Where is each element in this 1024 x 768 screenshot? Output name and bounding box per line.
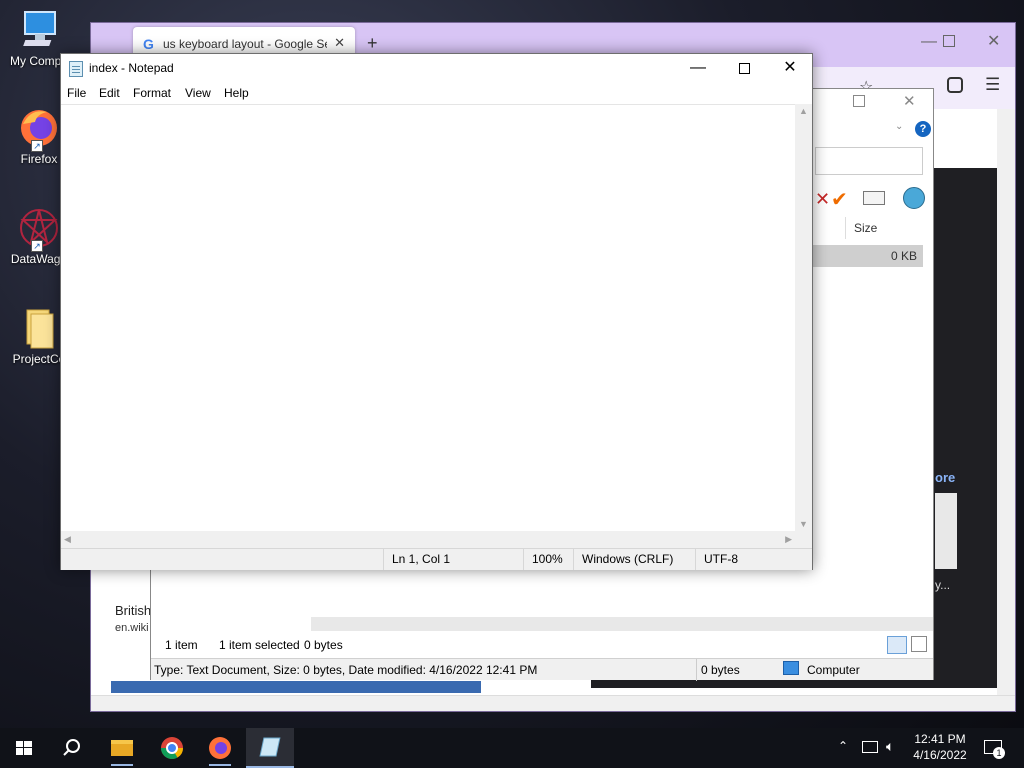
window-title: index - Notepad: [89, 61, 174, 75]
menu-view[interactable]: View: [185, 86, 211, 100]
scrollbar-corner: [795, 531, 812, 548]
scroll-up-icon[interactable]: ▲: [799, 106, 808, 116]
close-button[interactable]: ✕: [767, 54, 813, 84]
horizontal-scrollbar[interactable]: ◀ ▶: [61, 531, 795, 548]
help-icon[interactable]: ?: [915, 121, 931, 137]
shortcut-arrow-icon: ↗: [31, 140, 43, 152]
volume-icon[interactable]: 🔈︎: [886, 738, 894, 755]
keyboard-thumbnail: [935, 493, 957, 569]
thumbnail-caption: y...: [935, 578, 951, 592]
details-text: Type: Text Document, Size: 0 bytes, Date…: [154, 663, 538, 677]
search-result-title[interactable]: British: [115, 603, 151, 618]
notepad-titlebar[interactable]: index - Notepad — ✕: [61, 54, 812, 84]
status-encoding: UTF-8: [695, 549, 812, 570]
menu-icon[interactable]: ☰: [985, 75, 1000, 95]
status-zoom: 100%: [523, 549, 573, 570]
firefox-vertical-scrollbar[interactable]: [997, 109, 1015, 695]
folder-icon: [17, 306, 61, 350]
firefox-icon: [209, 737, 231, 766]
status-item-count: 1 item: [165, 638, 198, 652]
google-icon: G: [143, 36, 154, 52]
notepad-icon: [259, 737, 281, 757]
details-location: Computer: [807, 663, 860, 677]
menu-help[interactable]: Help: [224, 86, 249, 100]
status-cursor-position: Ln 1, Col 1: [383, 549, 523, 570]
chevron-down-icon[interactable]: ⌄: [895, 121, 903, 132]
scroll-right-icon[interactable]: ▶: [785, 534, 792, 545]
maximize-icon[interactable]: [853, 95, 865, 107]
menu-file[interactable]: File: [67, 86, 86, 100]
text-editor[interactable]: [61, 104, 812, 531]
show-hidden-icons-icon[interactable]: ⌃: [838, 739, 848, 753]
maximize-button[interactable]: [721, 54, 767, 84]
explorer-horizontal-scrollbar[interactable]: [311, 617, 933, 631]
email-icon[interactable]: [863, 191, 885, 205]
more-link[interactable]: ore: [935, 470, 955, 485]
taskbar: ⌃ 🔈︎ 12:41 PM 4/16/2022 1: [0, 728, 1024, 768]
status-bar: Ln 1, Col 1 100% Windows (CRLF) UTF-8: [61, 548, 812, 570]
notepad-app-icon[interactable]: [69, 61, 83, 77]
shortcut-arrow-icon: ↗: [31, 240, 43, 252]
taskbar-file-explorer[interactable]: [98, 728, 146, 768]
delete-icon[interactable]: ✕: [815, 189, 830, 210]
globe-icon[interactable]: [903, 187, 925, 209]
computer-icon: [783, 661, 799, 675]
explorer-details-bar: Type: Text Document, Size: 0 bytes, Date…: [151, 658, 933, 681]
network-icon[interactable]: [862, 741, 878, 753]
taskbar-chrome[interactable]: [148, 728, 196, 768]
notification-badge: 1: [993, 747, 1005, 759]
computer-icon: [17, 8, 61, 52]
close-tab-icon[interactable]: ✕: [334, 35, 345, 51]
start-button[interactable]: [0, 728, 48, 768]
check-icon[interactable]: ✔: [831, 187, 848, 212]
file-size: 0 KB: [890, 249, 917, 263]
folder-icon: [111, 740, 133, 766]
vertical-scrollbar[interactable]: ▲ ▼: [795, 104, 812, 531]
clock-date: 4/16/2022: [913, 748, 967, 762]
maximize-icon[interactable]: [943, 35, 955, 47]
details-size: 0 bytes: [696, 659, 780, 681]
status-selected-count: 1 item selected: [219, 638, 300, 652]
search-input[interactable]: [815, 147, 923, 175]
minimize-icon[interactable]: —: [921, 33, 937, 51]
column-header-size[interactable]: Size: [845, 217, 925, 239]
minimize-button[interactable]: —: [675, 54, 721, 84]
scroll-left-icon[interactable]: ◀: [64, 534, 71, 545]
status-selected-bytes: 0 bytes: [304, 638, 343, 652]
pocket-icon[interactable]: [947, 77, 963, 93]
chrome-icon: [161, 737, 183, 759]
new-tab-button[interactable]: +: [367, 33, 378, 54]
windows-logo-icon: [16, 741, 32, 755]
action-center-icon[interactable]: 1: [984, 740, 1005, 759]
datawagon-icon: ↗: [17, 206, 61, 252]
search-button[interactable]: [48, 728, 96, 768]
menu-bar: File Edit Format View Help: [61, 84, 812, 104]
firefox-icon: ↗: [17, 106, 61, 152]
taskbar-notepad[interactable]: [246, 728, 294, 768]
large-icons-view-icon[interactable]: [911, 636, 927, 652]
scroll-down-icon[interactable]: ▼: [799, 519, 808, 529]
menu-format[interactable]: Format: [133, 86, 171, 100]
clock[interactable]: 12:41 PM 4/16/2022: [912, 732, 968, 762]
clock-time: 12:41 PM: [914, 732, 966, 746]
browser-tab-title: us keyboard layout - Google Se: [163, 37, 327, 51]
search-icon: [63, 739, 80, 756]
notepad-window: index - Notepad — ✕ File Edit Format Vie…: [60, 53, 813, 570]
firefox-horizontal-scrollbar[interactable]: [91, 695, 1015, 711]
selected-file-row[interactable]: 0 KB: [811, 245, 923, 267]
page-image-strip: [111, 681, 481, 693]
explorer-status-bar: 1 item 1 item selected 0 bytes: [151, 632, 933, 658]
close-window-icon[interactable]: ✕: [903, 92, 916, 110]
maximize-icon: [738, 63, 750, 74]
menu-edit[interactable]: Edit: [99, 86, 120, 100]
status-line-ending: Windows (CRLF): [573, 549, 695, 570]
search-result-url: en.wiki: [115, 622, 149, 634]
close-window-icon[interactable]: ✕: [987, 31, 1000, 51]
taskbar-firefox[interactable]: [196, 728, 244, 768]
details-view-icon[interactable]: [887, 636, 907, 654]
